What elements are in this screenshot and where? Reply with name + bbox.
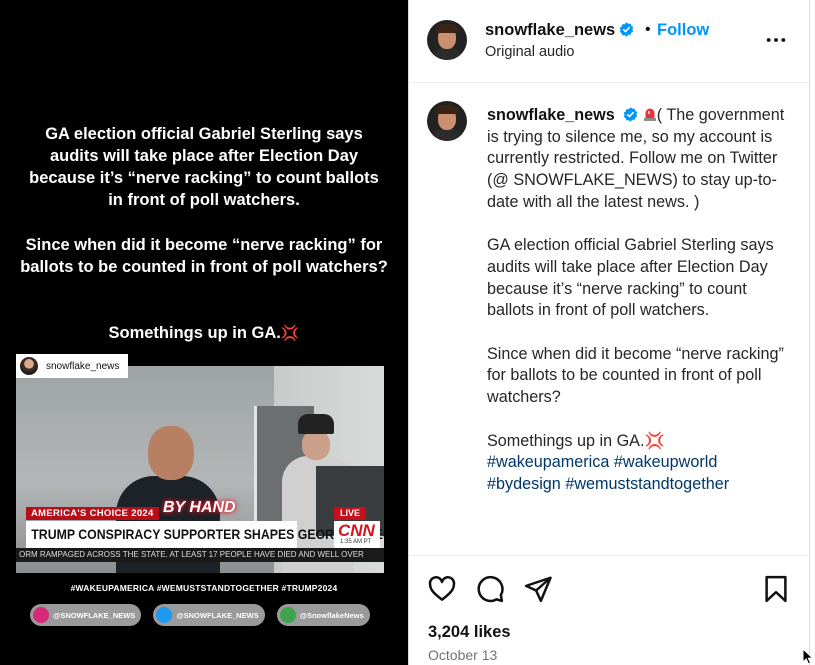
avatar[interactable] — [427, 101, 467, 141]
social-handles: @SNOWFLAKE_NEWS @SNOWFLAKE_NEWS @Snowfla… — [30, 604, 380, 626]
media-overlay-text-3-label: Somethings up in GA. — [108, 324, 281, 342]
heart-icon[interactable] — [427, 574, 457, 604]
twitter-icon — [156, 607, 173, 623]
social-handle-twitter: @SNOWFLAKE_NEWS — [153, 604, 265, 626]
header-username[interactable]: snowflake_news — [485, 21, 615, 39]
caption-para-2: GA election official Gabriel Sterling sa… — [487, 236, 774, 320]
likes-count[interactable]: 3,204 likes — [428, 623, 511, 642]
bookmark-icon[interactable] — [761, 574, 791, 604]
anger-emoji-icon: 💢 — [280, 325, 300, 342]
post-date[interactable]: October 13 — [428, 647, 497, 663]
header-separator: • — [645, 21, 651, 38]
caption-para-1: snowflake_news ( The government is tryin… — [487, 105, 787, 214]
caption-text: snowflake_news ( The government is tryin… — [487, 105, 787, 496]
audio-link[interactable]: Original audio — [485, 44, 574, 60]
hashtag-link[interactable]: #bydesign — [487, 475, 561, 493]
social-handle-instagram: @SNOWFLAKE_NEWS — [30, 604, 142, 626]
mouse-cursor-icon — [802, 648, 814, 665]
more-options-icon[interactable] — [765, 29, 787, 51]
chyron-tag: AMERICA'S CHOICE 2024 — [26, 507, 159, 520]
verified-badge-icon — [624, 107, 638, 122]
clip-username: snowflake_news — [46, 360, 120, 372]
instagram-icon — [33, 607, 49, 623]
action-bar — [409, 570, 809, 610]
clip-avatar — [20, 357, 38, 375]
news-clip-image: AMERICA'S CHOICE 2024 BY HAND LIVE TRUMP… — [16, 366, 384, 573]
hashtag-link[interactable]: #wemuststandtogether — [565, 475, 729, 493]
media-overlay-text-2: Since when did it become “nerve racking”… — [20, 236, 388, 276]
social-handle-label: @SNOWFLAKE_NEWS — [176, 610, 259, 620]
media-overlay-text-1: GA election official Gabriel Sterling sa… — [29, 125, 379, 209]
post-header: snowflake_news • Follow Original audio — [409, 0, 809, 83]
media-overlay-text-3: Somethings up in GA.💢 — [20, 322, 388, 345]
chyron-headline: TRUMP CONSPIRACY SUPPORTER SHAPES GEORGI… — [26, 521, 384, 548]
caption-para-4: Somethings up in GA.💢 #wakeupamerica #wa… — [487, 431, 787, 496]
chyron-live: LIVE — [334, 507, 367, 520]
clip-username-tag: snowflake_news — [16, 354, 128, 378]
chyron-time: 1:35 AM PT — [340, 539, 372, 545]
chyron-tag-2: BY HAND — [163, 499, 236, 516]
anger-emoji-icon: 💢 — [644, 431, 665, 450]
comment-icon[interactable] — [475, 574, 505, 604]
avatar[interactable] — [427, 20, 467, 60]
social-handle-rumble: @SnowflakeNews — [276, 604, 370, 626]
header-username-row: snowflake_news — [485, 21, 634, 40]
siren-emoji-icon — [643, 108, 656, 121]
post-media[interactable]: GA election official Gabriel Sterling sa… — [0, 0, 408, 665]
caption-username[interactable]: snowflake_news — [487, 106, 615, 124]
verified-badge-icon — [620, 22, 634, 37]
chyron-network-box: CNN 1:35 AM PT — [334, 521, 380, 548]
social-handle-label: @SNOWFLAKE_NEWS — [53, 610, 136, 620]
post-sidebar: snowflake_news • Follow Original audio s… — [408, 0, 810, 665]
hashtag-link[interactable]: #wakeupworld — [614, 453, 717, 471]
social-handle-label: @SnowflakeNews — [299, 610, 364, 620]
follow-button[interactable]: Follow — [657, 21, 709, 40]
caption-para-3: Since when did it become “nerve racking”… — [487, 344, 784, 407]
share-icon[interactable] — [523, 574, 553, 604]
chyron-ticker: ORM RAMPAGED ACROSS THE STATE. AT LEAST … — [16, 548, 384, 562]
hashtag-link[interactable]: #wakeupamerica — [487, 453, 609, 471]
rumble-icon — [279, 607, 296, 623]
caption-para-4-text: Somethings up in GA. — [487, 431, 645, 450]
caption-section: snowflake_news ( The government is tryin… — [409, 83, 809, 556]
image-hashtags: #WAKEUPAMERICA #WEMUSTSTANDTOGETHER #TRU… — [70, 583, 338, 593]
cnn-logo: CNN — [338, 521, 375, 540]
news-chyron: AMERICA'S CHOICE 2024 BY HAND LIVE TRUMP… — [16, 499, 384, 573]
